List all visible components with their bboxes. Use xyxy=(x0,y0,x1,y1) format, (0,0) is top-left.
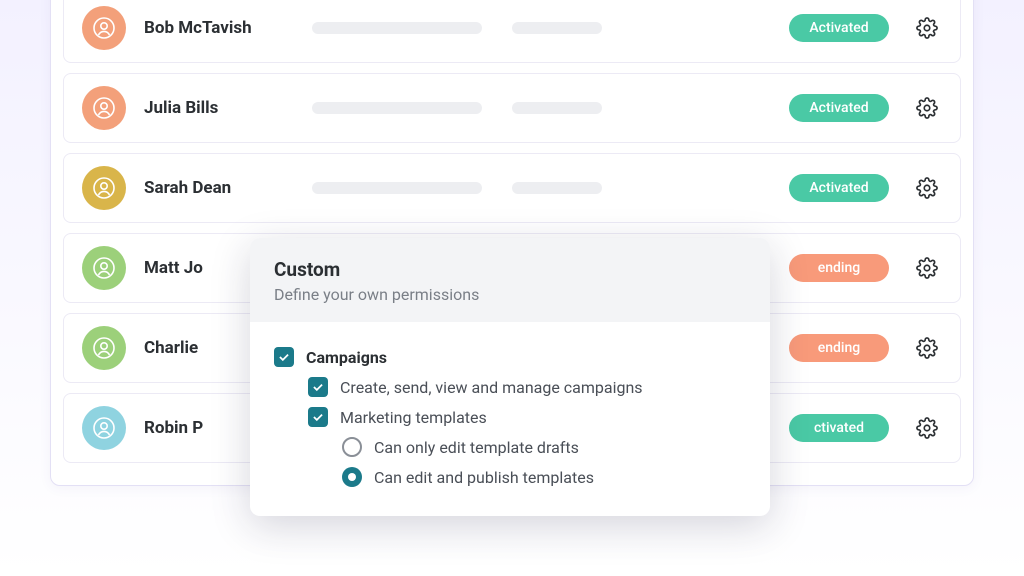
status-cell: ending xyxy=(784,334,894,362)
popover-header: Custom Define your own permissions xyxy=(250,238,770,322)
user-row: Bob McTavish Activated xyxy=(63,0,961,63)
avatar-icon xyxy=(82,86,126,130)
status-cell: ending xyxy=(784,254,894,282)
placeholder-cells xyxy=(312,182,766,194)
settings-button[interactable] xyxy=(912,337,942,359)
avatar-icon xyxy=(82,6,126,50)
user-name: Bob McTavish xyxy=(144,18,294,38)
status-badge: Activated xyxy=(789,94,889,122)
perm-marketing-templates[interactable]: Marketing templates xyxy=(274,402,746,432)
settings-button[interactable] xyxy=(912,417,942,439)
status-badge: Activated xyxy=(789,14,889,42)
perm-radio-drafts-only[interactable]: Can only edit template drafts xyxy=(274,432,746,462)
permissions-popover: Custom Define your own permissions Campa… xyxy=(250,238,770,516)
radio-unselected-icon[interactable] xyxy=(342,437,362,457)
popover-subtitle: Define your own permissions xyxy=(274,285,746,304)
perm-label: Marketing templates xyxy=(340,408,487,427)
user-row: Sarah Dean Activated xyxy=(63,153,961,223)
placeholder-cells xyxy=(312,102,766,114)
perm-label: Can only edit template drafts xyxy=(374,438,579,457)
settings-button[interactable] xyxy=(912,97,942,119)
popover-body: Campaigns Create, send, view and manage … xyxy=(250,322,770,516)
checkbox-checked-icon[interactable] xyxy=(308,377,328,397)
status-badge: ending xyxy=(789,334,889,362)
checkbox-checked-icon[interactable] xyxy=(308,407,328,427)
placeholder-cells xyxy=(312,22,766,34)
avatar-icon xyxy=(82,326,126,370)
settings-button[interactable] xyxy=(912,177,942,199)
avatar-icon xyxy=(82,166,126,210)
perm-label: Can edit and publish templates xyxy=(374,468,594,487)
checkbox-checked-icon[interactable] xyxy=(274,347,294,367)
perm-label: Create, send, view and manage campaigns xyxy=(340,378,643,397)
user-name: Julia Bills xyxy=(144,98,294,118)
settings-button[interactable] xyxy=(912,257,942,279)
perm-radio-publish[interactable]: Can edit and publish templates xyxy=(274,462,746,492)
status-badge: ending xyxy=(789,254,889,282)
status-cell: Activated xyxy=(784,174,894,202)
avatar-icon xyxy=(82,246,126,290)
user-row: Julia Bills Activated xyxy=(63,73,961,143)
status-cell: ctivated xyxy=(784,414,894,442)
perm-create-campaigns[interactable]: Create, send, view and manage campaigns xyxy=(274,372,746,402)
popover-title: Custom xyxy=(274,258,746,281)
radio-selected-icon[interactable] xyxy=(342,467,362,487)
settings-button[interactable] xyxy=(912,17,942,39)
user-name: Sarah Dean xyxy=(144,178,294,198)
status-badge: ctivated xyxy=(789,414,889,442)
avatar-icon xyxy=(82,406,126,450)
status-cell: Activated xyxy=(784,14,894,42)
perm-group-label: Campaigns xyxy=(306,348,387,367)
perm-group-campaigns[interactable]: Campaigns xyxy=(274,342,746,372)
status-cell: Activated xyxy=(784,94,894,122)
status-badge: Activated xyxy=(789,174,889,202)
